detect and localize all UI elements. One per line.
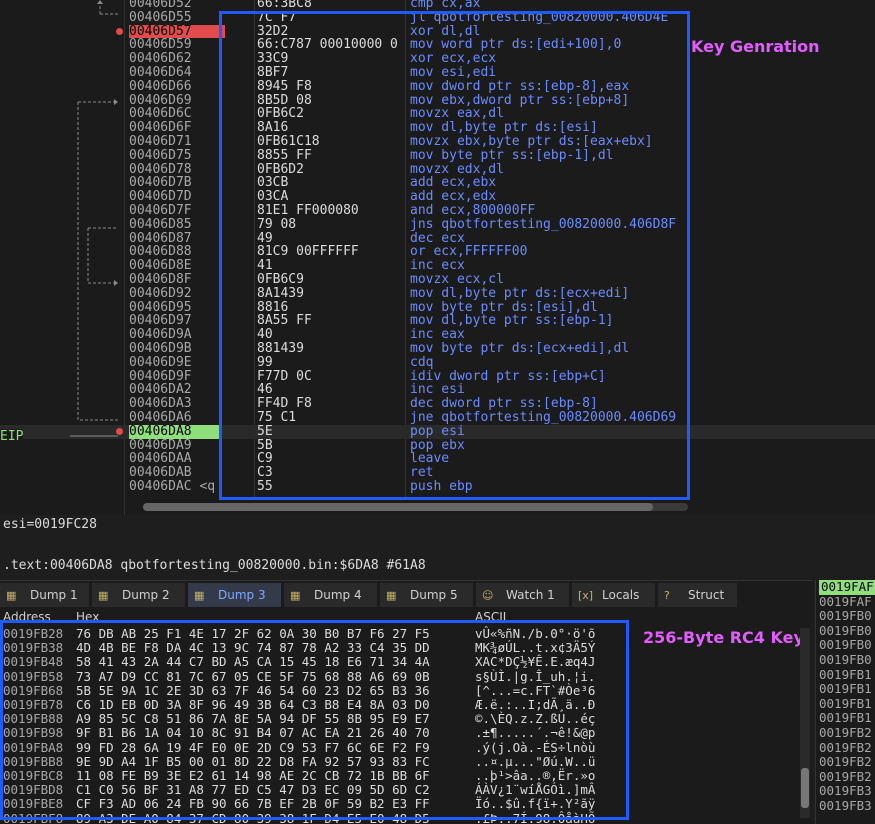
scrollbar-thumb[interactable] xyxy=(143,503,653,511)
instruction-address: 00406D59 xyxy=(129,37,192,53)
instruction-address: 00406DA2 xyxy=(129,382,192,398)
instruction-address: 00406D95 xyxy=(129,299,192,315)
instruction-address: 00406DA6 xyxy=(129,410,192,425)
stack-address[interactable]: 0019FB2 xyxy=(819,725,872,741)
tab-label: Watch 1 xyxy=(506,588,555,602)
key-generation-annotation-box xyxy=(219,11,690,500)
register-info: esi=0019FC28 xyxy=(3,517,97,532)
instruction-address: 00406D8F xyxy=(129,272,192,287)
stack-pane[interactable]: 0019FAF 0019FAF 0019FB0 0019FB0 0019FB0 0019F… xyxy=(815,580,875,824)
key-generation-annotation: Key Genration xyxy=(691,37,820,56)
disassembly-pane[interactable]: 00406D52 66:3BC8 cmp cx,ax 00406D55 7C F7 jl … xyxy=(0,0,875,515)
instruction-address: 00406D8E xyxy=(129,258,192,274)
tab-dump-3[interactable]: ▦ Dump 3 xyxy=(188,583,282,607)
stack-address[interactable]: 0019FB1 xyxy=(819,711,872,726)
locals-icon: [x] xyxy=(578,589,594,602)
dump-tab-bar: ▦ Dump 1 ▦ Dump 2 ▦ Dump 3 ▦ Dump 4 ▦ Dump 5 ☺ Watc… xyxy=(0,580,812,609)
instruction-address: 00406DA8 xyxy=(129,424,221,439)
instruction-address: 00406D55 xyxy=(129,9,192,25)
instruction-address: 00406D7B xyxy=(129,175,192,191)
instruction-address: 00406D6F xyxy=(129,120,192,136)
dump-icon: ▦ xyxy=(6,589,17,602)
tab-label: Struct xyxy=(688,588,725,602)
instruction-address: 00406D75 xyxy=(129,147,192,163)
tab-dump-5[interactable]: ▦ Dump 5 xyxy=(380,583,474,607)
struct-icon: ? xyxy=(664,589,670,602)
stack-address[interactable]: 0019FB1 xyxy=(819,682,872,697)
instruction-address: 00406DA3 xyxy=(129,396,192,412)
stack-address[interactable]: 0019FB3 xyxy=(819,798,872,814)
instruction-address: 00406D9B xyxy=(129,341,192,356)
instruction-address: 00406D69 xyxy=(129,92,192,108)
stack-address[interactable]: 0019FAF xyxy=(819,580,875,595)
tab-watch-1[interactable]: ☺ Watch 1 xyxy=(476,583,570,607)
location-info: .text:00406DA8 qbotfortesting_00820000.b… xyxy=(3,558,426,573)
instruction-address: 00406D92 xyxy=(129,285,192,301)
instruction-address: 00406D6C xyxy=(129,106,192,122)
stack-address[interactable]: 0019FB2 xyxy=(819,740,872,756)
tab-dump-4[interactable]: ▦ Dump 4 xyxy=(284,583,378,607)
watch-icon: ☺ xyxy=(482,589,494,602)
tab-dump-1[interactable]: ▦ Dump 1 xyxy=(0,583,90,607)
instruction-address: 00406D88 xyxy=(129,244,192,260)
dump-icon: ▦ xyxy=(98,589,109,602)
stack-address[interactable]: 0019FB0 xyxy=(819,623,872,639)
tab-struct[interactable]: ? Struct xyxy=(658,583,738,607)
horizontal-scrollbar[interactable] xyxy=(143,503,688,511)
instruction-address: 00406D9E xyxy=(129,354,192,370)
instruction-address: 00406DAA xyxy=(129,451,192,467)
stack-address[interactable]: 0019FB2 xyxy=(819,755,872,770)
branch-arrows-icon xyxy=(70,0,118,437)
instruction-address: 00406D64 xyxy=(129,65,192,80)
stack-address[interactable]: 0019FB0 xyxy=(819,652,872,668)
instruction-address: 00406D78 xyxy=(129,161,192,177)
instruction-address: 00406DA9 xyxy=(129,437,192,453)
stack-address[interactable]: 0019FB3 xyxy=(819,784,872,799)
stack-address[interactable]: 0019FB0 xyxy=(819,638,872,653)
instruction-address: 00406DAB xyxy=(129,465,192,481)
eip-label: EIP xyxy=(0,429,24,444)
rc4-key-annotation-box xyxy=(0,620,629,820)
tab-label: Dump 4 xyxy=(314,588,362,602)
instruction-address: 00406DAC <q xyxy=(129,479,216,494)
instruction-address: 00406D7D xyxy=(129,189,192,205)
scrollbar-thumb[interactable] xyxy=(801,768,809,808)
tab-label: Dump 1 xyxy=(30,588,78,602)
stack-address[interactable]: 0019FB2 xyxy=(819,769,872,785)
tab-label: Locals xyxy=(602,588,640,602)
instruction-address: 00406D66 xyxy=(129,78,192,94)
instruction-address: 00406D87 xyxy=(129,230,192,246)
instruction-address: 00406D71 xyxy=(129,134,192,149)
instruction-address: 00406D9A xyxy=(129,327,192,343)
stack-address[interactable]: 0019FB0 xyxy=(819,609,872,624)
stack-address[interactable]: 0019FAF xyxy=(819,594,872,610)
tab-label: Dump 2 xyxy=(122,588,170,602)
dump-vertical-scrollbar[interactable] xyxy=(800,628,810,818)
dump-icon: ▦ xyxy=(194,589,205,602)
instruction-address: 00406D97 xyxy=(129,313,192,329)
instruction-address: 00406D57 xyxy=(129,24,225,39)
instruction-address: 00406D85 xyxy=(129,216,192,232)
tab-label: Dump 5 xyxy=(410,588,458,602)
tab-locals[interactable]: [x] Locals xyxy=(572,583,656,607)
instruction-address: 00406D9F xyxy=(129,368,192,384)
rc4-key-annotation: 256-Byte RC4 Key xyxy=(643,628,804,647)
tab-label: Dump 3 xyxy=(218,588,266,602)
dump-icon: ▦ xyxy=(290,589,301,602)
stack-address[interactable]: 0019FB1 xyxy=(819,696,872,712)
dump-icon: ▦ xyxy=(386,589,397,602)
stack-address[interactable]: 0019FB1 xyxy=(819,667,872,683)
tab-dump-2[interactable]: ▦ Dump 2 xyxy=(92,583,186,607)
instruction-address: 00406D62 xyxy=(129,51,192,67)
instruction-address: 00406D7F xyxy=(129,203,192,218)
